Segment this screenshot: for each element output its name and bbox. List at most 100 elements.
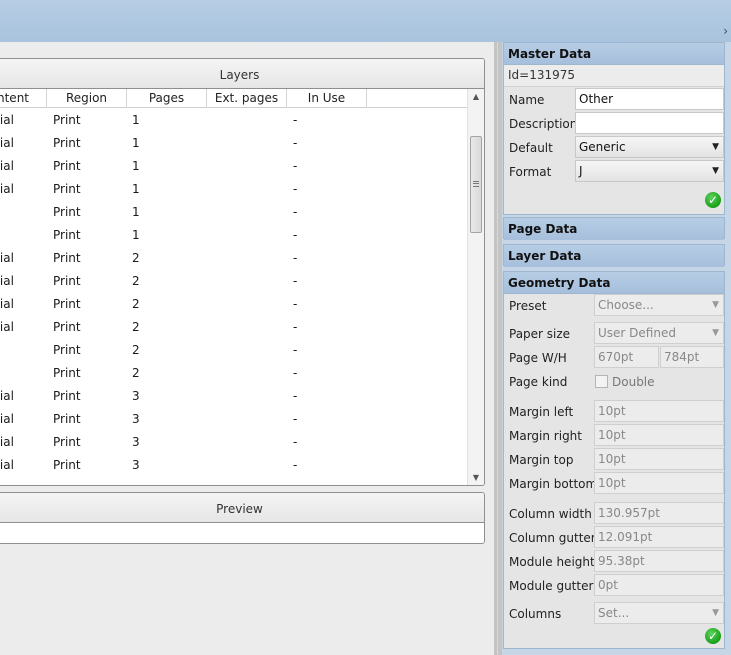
table-row[interactable]: Print 1 -	[0, 200, 484, 223]
description-field[interactable]	[575, 112, 724, 134]
format-value: J	[579, 164, 583, 178]
top-banner: ›	[0, 0, 731, 42]
scroll-up-icon[interactable]: ▲	[468, 89, 484, 105]
scroll-down-icon[interactable]: ▼	[468, 470, 484, 485]
layers-rows: rial Print 1 - rial Print 1 - rial Print 1 - rial Pri…	[0, 108, 484, 476]
cell-content: rial	[0, 389, 14, 403]
cell-pages: 3	[132, 389, 140, 403]
page-height-field[interactable]: 784pt	[660, 346, 724, 368]
margin-left-label: Margin left	[509, 405, 574, 419]
cell-content: rial	[0, 297, 14, 311]
cell-in-use: -	[293, 343, 298, 357]
table-row[interactable]: rial Print 1 -	[0, 177, 484, 200]
column-header-ext-pages[interactable]: Ext. pages	[207, 89, 287, 108]
cell-region: Print	[53, 435, 81, 449]
columns-value: Set...	[598, 606, 630, 620]
table-row[interactable]: rial Print 3 -	[0, 384, 484, 407]
master-id: Id=131975	[504, 65, 724, 87]
table-row[interactable]: rial Print 1 -	[0, 108, 484, 131]
column-gutter-label: Column gutter	[509, 531, 596, 545]
default-select[interactable]: Generic ▼	[575, 136, 724, 158]
cell-pages: 2	[132, 320, 140, 334]
table-row[interactable]: rial Print 2 -	[0, 315, 484, 338]
cell-in-use: -	[293, 113, 298, 127]
cell-in-use: -	[293, 159, 298, 173]
cell-region: Print	[53, 458, 81, 472]
column-header-in-use[interactable]: In Use	[287, 89, 367, 108]
panel-splitter[interactable]	[494, 42, 502, 655]
table-row[interactable]: rial Print 2 -	[0, 292, 484, 315]
cell-pages: 1	[132, 182, 140, 196]
page-data-header[interactable]: Page Data	[504, 218, 724, 240]
column-width-field[interactable]: 130.957pt	[594, 502, 724, 524]
chevron-right-icon[interactable]: ›	[723, 25, 728, 37]
cell-pages: 2	[132, 297, 140, 311]
cell-region: Print	[53, 251, 81, 265]
cell-region: Print	[53, 412, 81, 426]
format-select[interactable]: J ▼	[575, 160, 724, 182]
table-row[interactable]: Print 1 -	[0, 223, 484, 246]
column-header-region[interactable]: Region	[47, 89, 127, 108]
grip-icon	[473, 181, 479, 187]
cell-in-use: -	[293, 182, 298, 196]
cell-content: rial	[0, 320, 14, 334]
margin-bottom-field[interactable]: 10pt	[594, 472, 724, 494]
cell-pages: 3	[132, 435, 140, 449]
cell-content: rial	[0, 251, 14, 265]
margin-top-field[interactable]: 10pt	[594, 448, 724, 470]
double-checkbox[interactable]	[595, 375, 608, 388]
cell-content: rial	[0, 435, 14, 449]
margin-left-field[interactable]: 10pt	[594, 400, 724, 422]
checkmark-icon[interactable]: ✓	[705, 628, 721, 644]
layer-data-header[interactable]: Layer Data	[504, 245, 724, 267]
cell-content: rial	[0, 159, 14, 173]
paper-size-label: Paper size	[509, 327, 571, 341]
table-row[interactable]: rial Print 2 -	[0, 246, 484, 269]
default-value: Generic	[579, 140, 626, 154]
cell-content: rial	[0, 412, 14, 426]
columns-label: Columns	[509, 607, 562, 621]
table-row[interactable]: rial Print 3 -	[0, 430, 484, 453]
preview-area	[0, 523, 484, 543]
page-width-field[interactable]: 670pt	[594, 346, 659, 368]
cell-in-use: -	[293, 458, 298, 472]
master-data-header[interactable]: Master Data	[504, 43, 724, 65]
table-row[interactable]: rial Print 1 -	[0, 131, 484, 154]
name-field[interactable]: Other	[575, 88, 724, 110]
column-gutter-field[interactable]: 12.091pt	[594, 526, 724, 548]
preset-select[interactable]: Choose... ▼	[594, 294, 724, 316]
layers-grid-header: ntent Region Pages Ext. pages In Use	[0, 89, 484, 108]
page-data-section: Page Data	[503, 217, 725, 240]
table-row[interactable]: rial Print 3 -	[0, 453, 484, 476]
default-label: Default	[509, 141, 553, 155]
vertical-scrollbar[interactable]: ▲ ▼	[467, 89, 484, 485]
description-label: Description	[509, 117, 578, 131]
cell-region: Print	[53, 343, 81, 357]
column-header-content[interactable]: ntent	[0, 89, 47, 108]
table-row[interactable]: rial Print 3 -	[0, 407, 484, 430]
geometry-data-header[interactable]: Geometry Data	[504, 272, 724, 294]
cell-in-use: -	[293, 435, 298, 449]
module-height-field[interactable]: 95.38pt	[594, 550, 724, 572]
table-row[interactable]: Print 2 -	[0, 338, 484, 361]
cell-region: Print	[53, 113, 81, 127]
cell-pages: 1	[132, 113, 140, 127]
columns-select[interactable]: Set... ▼	[594, 602, 724, 624]
cell-in-use: -	[293, 297, 298, 311]
table-row[interactable]: rial Print 1 -	[0, 154, 484, 177]
module-gutter-field[interactable]: 0pt	[594, 574, 724, 596]
name-label: Name	[509, 93, 545, 107]
paper-size-select[interactable]: User Defined ▼	[594, 322, 724, 344]
column-header-pages[interactable]: Pages	[127, 89, 207, 108]
cell-content: rial	[0, 136, 14, 150]
margin-top-label: Margin top	[509, 453, 574, 467]
cell-in-use: -	[293, 136, 298, 150]
cell-region: Print	[53, 182, 81, 196]
checkmark-icon[interactable]: ✓	[705, 192, 721, 208]
table-row[interactable]: rial Print 2 -	[0, 269, 484, 292]
margin-right-field[interactable]: 10pt	[594, 424, 724, 446]
table-row[interactable]: Print 2 -	[0, 361, 484, 384]
scroll-thumb[interactable]	[470, 136, 482, 233]
triangle-down-icon: ▼	[712, 166, 719, 176]
cell-pages: 3	[132, 412, 140, 426]
